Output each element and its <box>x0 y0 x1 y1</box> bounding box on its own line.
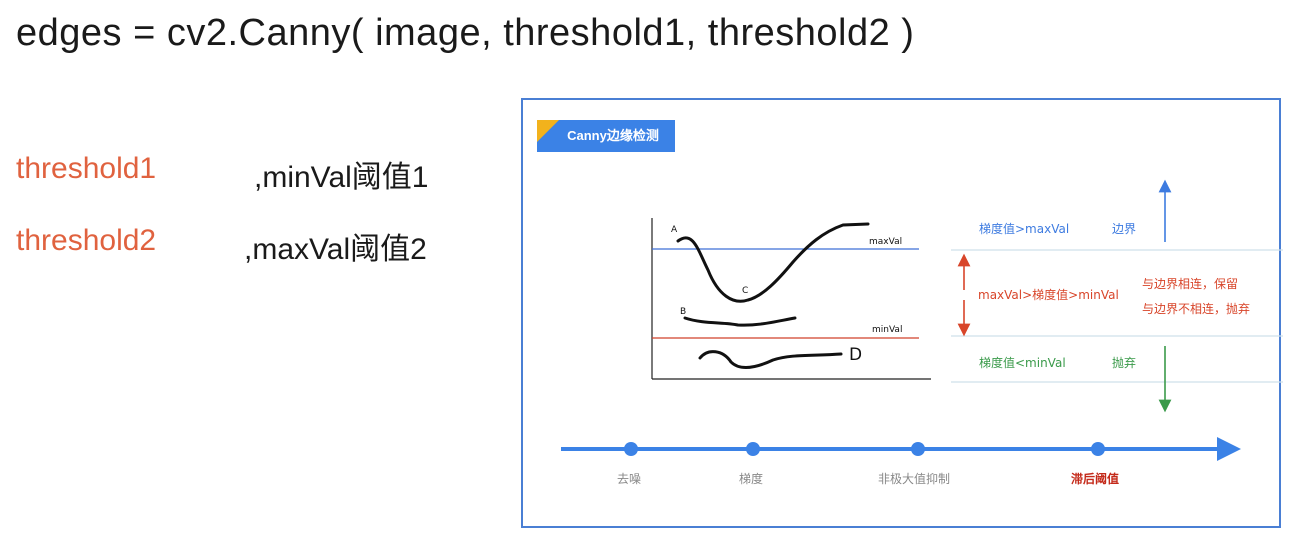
top-condition: 梯度值>maxVal <box>979 222 1070 236</box>
curve-label-a: A <box>671 225 678 235</box>
top-result: 边界 <box>1112 222 1137 236</box>
step-dot-gradient <box>746 442 760 456</box>
curve-label-d: D <box>849 345 863 365</box>
curve-a <box>676 222 870 303</box>
minval-line-label: minVal <box>872 325 903 335</box>
step-label-denoise: 去噪 <box>617 472 642 486</box>
param-description: ,maxVal阈值2 <box>244 233 427 266</box>
step-dot-nms <box>911 442 925 456</box>
step-label-nms: 非极大值抑制 <box>878 472 951 486</box>
param-name: threshold2 <box>16 224 157 257</box>
step-label-hysteresis: 滞后阈值 <box>1071 472 1120 486</box>
param-name: threshold1 <box>16 152 157 185</box>
maxval-line-label: maxVal <box>869 237 903 247</box>
step-label-gradient: 梯度 <box>739 472 764 486</box>
curve-label-b: B <box>680 307 687 317</box>
bottom-result: 抛弃 <box>1112 356 1137 370</box>
middle-result-keep: 与边界相连，保留 <box>1142 277 1239 291</box>
step-dot-denoise <box>624 442 638 456</box>
middle-condition: maxVal>梯度值>minVal <box>978 288 1119 302</box>
bottom-condition: 梯度值<minVal <box>979 356 1066 370</box>
badge-title: Canny边缘检测 <box>567 128 659 143</box>
step-dot-hysteresis <box>1091 442 1105 456</box>
curve-b <box>683 316 797 327</box>
title-badge: Canny边缘检测 <box>537 120 675 152</box>
canny-diagram-panel: Canny边缘检测 A C B D maxVal minVal 梯度值>maxV… <box>521 98 1283 528</box>
code-line: edges = cv2.Canny( image, threshold1, th… <box>16 12 915 54</box>
curve-d <box>698 350 843 370</box>
param-description: ,minVal阈值1 <box>254 161 429 194</box>
middle-result-discard: 与边界不相连，抛弃 <box>1142 302 1251 316</box>
curve-label-c: C <box>742 286 749 296</box>
